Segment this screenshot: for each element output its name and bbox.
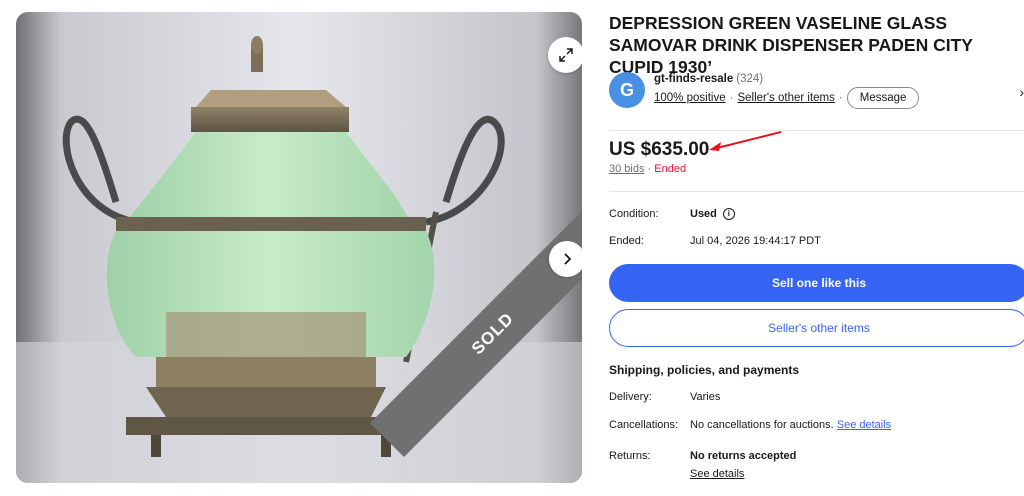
condition-label: Condition: [609,208,659,220]
seller-card[interactable]: G gt-finds-resale (324) 100% positive · S… [609,62,1024,128]
cancellations-value: No cancellations for auctions. [690,419,834,431]
message-button[interactable]: Message [846,87,920,109]
seller-avatar[interactable]: G [609,72,645,108]
bids-link[interactable]: 30 bids [609,163,644,175]
returns-value: No returns accepted [690,450,797,462]
annotation-arrow-icon [709,131,782,151]
seller-feedback-count: (324) [736,73,764,85]
separator-dot: · [644,163,655,175]
ended-label: Ended: [609,235,644,247]
seller-meta: 100% positive · Seller's other items · M… [654,87,920,109]
sell-one-like-this-button[interactable]: Sell one like this [609,264,1024,302]
returns-see-details-link[interactable]: See details [690,468,744,480]
bid-status-row: 30 bids · Ended [609,163,686,175]
seller-other-items-link[interactable]: Seller's other items [737,92,834,104]
divider [609,130,1024,131]
cancellations-value-wrap: No cancellations for auctions. See detai… [690,419,891,431]
condition-row: Condition: Used i [609,208,1009,222]
delivery-value: Varies [690,391,721,403]
price: US $635.00 [609,139,710,160]
positive-feedback-link[interactable]: 100% positive [654,92,726,104]
chevron-right-icon [564,253,572,265]
shipping-section-title: Shipping, policies, and payments [609,363,800,377]
info-icon[interactable]: i [722,208,735,220]
cancellations-label: Cancellations: [609,419,679,431]
separator-dot: · [729,92,734,104]
condition-value: Used [690,208,717,220]
cancellations-see-details-link[interactable]: See details [837,419,891,431]
returns-row: Returns: No returns accepted See details [609,450,1009,484]
returns-label: Returns: [609,450,651,462]
delivery-row: Delivery: Varies [609,391,1009,405]
ended-value: Jul 04, 2026 19:44:17 PDT [690,235,821,247]
ended-row: Ended: Jul 04, 2026 19:44:17 PDT [609,235,1009,249]
expand-image-button[interactable] [548,37,582,73]
next-image-button[interactable] [549,241,582,277]
divider [609,191,1024,192]
image-gallery[interactable]: SOLD [16,12,582,483]
chevron-right-icon[interactable]: › [1019,84,1024,100]
ended-status: Ended [654,163,687,175]
product-photo[interactable] [16,12,582,483]
seller-name[interactable]: gt-finds-resale [654,73,733,85]
seller-other-items-button[interactable]: Seller's other items [609,309,1024,347]
cancellations-row: Cancellations: No cancellations for auct… [609,419,1009,433]
separator-dot: · [838,92,843,104]
delivery-label: Delivery: [609,391,652,403]
expand-icon [559,48,573,62]
condition-value-wrap: Used i [690,208,735,220]
seller-name-row[interactable]: gt-finds-resale (324) [654,73,763,85]
